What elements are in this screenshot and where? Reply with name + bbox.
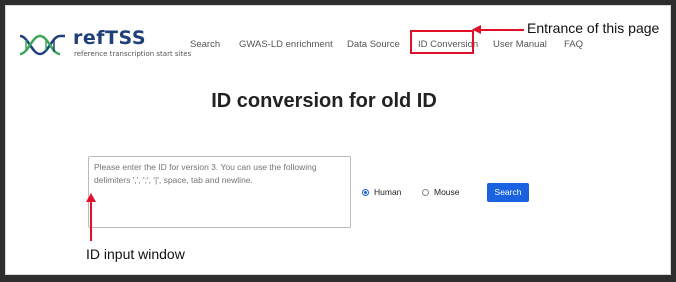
- page-title: ID conversion for old ID: [211, 90, 437, 112]
- input-window-annotation: ID input window: [86, 246, 185, 262]
- nav-gwas-ld-enrichment[interactable]: GWAS-LD enrichment: [239, 39, 333, 50]
- input-window-arrowhead-icon: [86, 193, 96, 202]
- species-human-label: Human: [374, 187, 402, 197]
- screenshot-frame: refTSS reference transcription start sit…: [0, 0, 676, 282]
- radio-unchecked-icon: [422, 188, 429, 196]
- logo-title: refTSS: [73, 27, 146, 49]
- page-container: refTSS reference transcription start sit…: [5, 5, 671, 275]
- species-mouse-label: Mouse: [434, 187, 460, 197]
- logo-subtitle: reference transcription start sites: [74, 50, 192, 58]
- species-human-radio[interactable]: Human: [362, 187, 401, 197]
- input-window-arrow-line: [90, 199, 92, 241]
- entrance-arrowhead-icon: [472, 25, 481, 34]
- reftss-logo[interactable]: refTSS reference transcription start sit…: [18, 27, 192, 60]
- nav-user-manual[interactable]: User Manual: [493, 39, 547, 50]
- id-conversion-highlight-box: [410, 30, 474, 54]
- dna-helix-icon: [19, 34, 65, 56]
- nav-search[interactable]: Search: [190, 39, 220, 50]
- radio-checked-icon: [362, 188, 369, 196]
- search-button[interactable]: Search: [487, 183, 529, 202]
- id-input-textarea[interactable]: [88, 156, 351, 228]
- entrance-annotation: Entrance of this page: [527, 20, 660, 36]
- nav-faq[interactable]: FAQ: [564, 39, 583, 50]
- entrance-arrow-line: [476, 29, 524, 31]
- species-mouse-radio[interactable]: Mouse: [422, 187, 460, 197]
- nav-data-source[interactable]: Data Source: [347, 39, 400, 50]
